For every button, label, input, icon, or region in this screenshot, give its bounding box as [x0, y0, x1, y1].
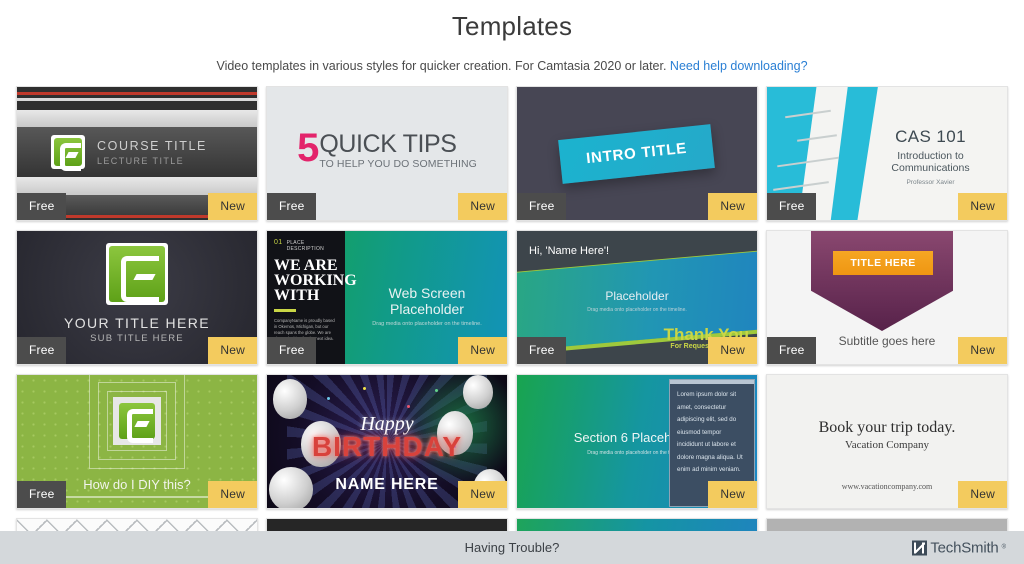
badge-new: New — [208, 193, 257, 220]
badge-new: New — [708, 481, 757, 508]
card-subtitle: Introduction to Communications — [891, 150, 970, 174]
template-card-cas-101[interactable]: CAS 101 Introduction to Communications P… — [766, 86, 1008, 221]
techsmith-wordmark: TechSmith — [930, 539, 999, 556]
badge-new: New — [958, 337, 1007, 364]
page-header: Templates Video templates in various sty… — [0, 0, 1024, 74]
badge-free: Free — [17, 337, 67, 364]
badge-free: Free — [517, 337, 567, 364]
templates-page: Templates Video templates in various sty… — [0, 0, 1024, 564]
template-grid: COURSE TITLE LECTURE TITLE Free New 5 QU… — [0, 86, 1024, 531]
card-number: 01 — [274, 239, 283, 246]
badge-free: Free — [767, 193, 817, 220]
need-help-downloading-link[interactable]: Need help downloading? — [670, 59, 808, 73]
camtasia-logo-icon — [106, 243, 168, 305]
badge-new: New — [208, 481, 257, 508]
card-title: INTRO TITLE — [585, 139, 689, 167]
chevron-shape — [811, 231, 953, 331]
card-eyebrow: PLACE DESCRIPTION — [286, 240, 325, 252]
techsmith-logo: TechSmith ® — [912, 539, 1006, 556]
techsmith-mark-icon — [912, 540, 928, 555]
card-title: YOUR TITLE HERE — [64, 315, 210, 331]
template-card-row4-dark[interactable] — [266, 518, 508, 531]
template-card-five-quick-tips[interactable]: 5 QUICK TIPS TO HELP YOU DO SOMETHING Fr… — [266, 86, 508, 221]
intro-banner: INTRO TITLE — [558, 123, 716, 184]
card-title: BIRTHDAY — [311, 431, 463, 462]
badge-new: New — [958, 481, 1007, 508]
card-subtitle: LECTURE TITLE — [97, 155, 185, 166]
template-card-your-title-here[interactable]: YOUR TITLE HERE SUB TITLE HERE Free New — [16, 230, 258, 365]
placeholder-title: Web Screen Placeholder — [388, 285, 466, 317]
card-title: Book your trip today. — [818, 419, 956, 436]
card-title: CAS 101 — [895, 127, 966, 146]
badge-new: New — [208, 337, 257, 364]
placeholder-subtitle: Drag media onto placeholder on the timel… — [372, 321, 482, 327]
subtitle-text: Video templates in various styles for qu… — [216, 59, 667, 73]
badge-new: New — [458, 481, 507, 508]
page-subtitle: Video templates in various styles for qu… — [0, 58, 1024, 74]
badge-free: Free — [517, 193, 567, 220]
card-title: COURSE TITLE — [97, 138, 207, 153]
card-greeting: Hi, 'Name Here'! — [529, 245, 609, 257]
card-title: TITLE HERE — [850, 257, 916, 269]
template-card-title-here-chevron[interactable]: TITLE HERE Subtitle goes here Free New — [766, 230, 1008, 365]
thumbnail — [517, 519, 757, 531]
template-card-course-title[interactable]: COURSE TITLE LECTURE TITLE Free New — [16, 86, 258, 221]
template-card-we-are-working-with[interactable]: 01 PLACE DESCRIPTION WE ARE WORKING WITH… — [266, 230, 508, 365]
template-card-hi-name-here[interactable]: Hi, 'Name Here'! Placeholder Drag media … — [516, 230, 758, 365]
template-card-how-do-i-diy-this[interactable]: How do I DIY this? Free New — [16, 374, 258, 509]
badge-free: Free — [17, 193, 67, 220]
registered-mark: ® — [1001, 544, 1006, 551]
placeholder-title: Placeholder — [605, 289, 669, 303]
template-card-row4-gradient[interactable] — [516, 518, 758, 531]
camtasia-logo-icon — [51, 135, 85, 171]
card-subtitle: SUB TITLE HERE — [90, 333, 184, 344]
template-card-intro-title[interactable]: INTRO TITLE Free New — [516, 86, 758, 221]
having-trouble-link[interactable]: Having Trouble? — [465, 540, 560, 555]
template-card-row4-zigzag[interactable] — [16, 518, 258, 531]
card-title: QUICK TIPS — [319, 130, 457, 158]
badge-free: Free — [17, 481, 67, 508]
template-card-vacation-company[interactable]: Book your trip today. Vacation Company w… — [766, 374, 1008, 509]
thumbnail — [267, 519, 507, 531]
camtasia-logo-icon — [119, 403, 155, 443]
badge-free: Free — [267, 193, 317, 220]
thumbnail — [17, 519, 257, 531]
footer-bar: Having Trouble? TechSmith ® — [0, 531, 1024, 564]
badge-new: New — [458, 337, 507, 364]
thumbnail — [767, 519, 1007, 531]
badge-new: New — [708, 193, 757, 220]
badge-free: Free — [267, 337, 317, 364]
placeholder-subtitle: Drag media onto placeholder on the timel… — [587, 307, 687, 313]
template-card-happy-birthday[interactable]: Happy BIRTHDAY NAME HERE New — [266, 374, 508, 509]
card-title: WE ARE WORKING WITH — [274, 257, 357, 304]
template-card-section-6-placeholder[interactable]: Section 6 Placeholder Drag media onto pl… — [516, 374, 758, 509]
card-subtitle: Vacation Company — [844, 439, 929, 451]
title-pill: TITLE HERE — [833, 251, 933, 275]
template-card-row4-gray[interactable] — [766, 518, 1008, 531]
page-title: Templates — [451, 11, 573, 41]
badge-new: New — [958, 193, 1007, 220]
badge-new: New — [708, 337, 757, 364]
card-subtitle: TO HELP YOU DO SOMETHING — [319, 158, 477, 170]
badge-new: New — [458, 193, 507, 220]
card-byline: Professor Xavier — [906, 179, 955, 186]
card-number: 5 — [297, 126, 320, 170]
badge-free: Free — [767, 337, 817, 364]
